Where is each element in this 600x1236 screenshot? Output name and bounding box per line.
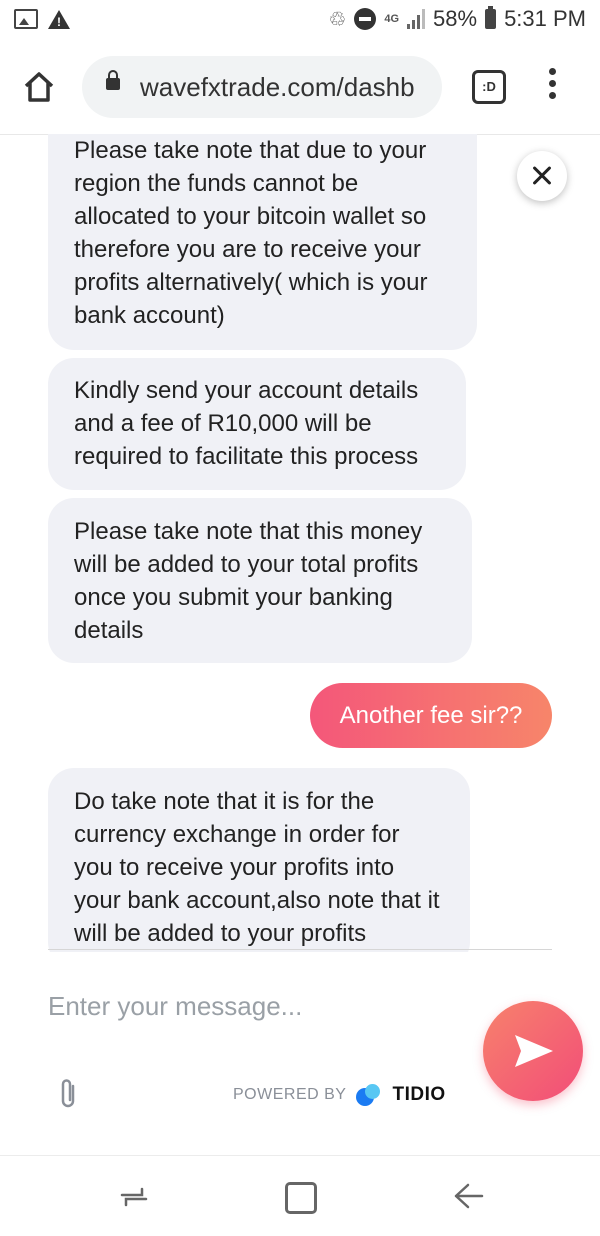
message-input[interactable]: [46, 982, 450, 1030]
agent-message: Kindly send your account details and a f…: [48, 358, 466, 490]
address-bar[interactable]: wavefxtrade.com/dashb: [82, 56, 442, 118]
attachment-icon[interactable]: [58, 1077, 78, 1116]
dnd-icon: [354, 8, 377, 30]
warning-icon: !: [48, 9, 70, 29]
clock: 5:31 PM: [504, 6, 586, 31]
url-text: wavefxtrade.com/dashb: [140, 72, 415, 102]
back-icon[interactable]: [452, 1182, 484, 1215]
network-type: 4G: [384, 13, 400, 25]
signal-icon: [407, 9, 426, 29]
battery-icon: [485, 6, 497, 29]
agent-message: Please take note that due to your region…: [48, 134, 477, 350]
agent-message: Please take note that this money will be…: [48, 498, 472, 663]
composer-divider: [48, 949, 552, 950]
battery-percent: 58%: [433, 6, 478, 31]
chat-transcript[interactable]: Please take note that due to your region…: [0, 134, 600, 952]
nav-home-icon[interactable]: [285, 1182, 317, 1214]
home-icon[interactable]: [22, 70, 56, 104]
close-chat-button[interactable]: [517, 151, 567, 201]
overflow-menu-icon[interactable]: [546, 68, 558, 108]
send-button[interactable]: [483, 1001, 583, 1101]
lock-icon: [106, 70, 120, 90]
status-bar: ! ♲ 4G 58% 5:31 PM: [0, 0, 600, 40]
tidio-brand: TIDIO: [392, 1084, 446, 1105]
tab-switcher-button[interactable]: :D: [472, 70, 506, 104]
recent-apps-icon[interactable]: [118, 1186, 150, 1213]
send-icon: [515, 1035, 553, 1067]
agent-message: Do take note that it is for the currency…: [48, 768, 470, 952]
browser-toolbar: wavefxtrade.com/dashb :D: [0, 40, 600, 135]
tidio-logo-icon: [356, 1084, 382, 1106]
recycle-icon: ♲: [328, 8, 347, 31]
user-message: Another fee sir??: [310, 683, 552, 748]
powered-by-label: POWERED BY: [233, 1086, 347, 1103]
system-nav-bar: [0, 1155, 600, 1236]
image-icon: [14, 9, 38, 29]
powered-by-badge[interactable]: POWERED BY TIDIO: [233, 1084, 446, 1106]
